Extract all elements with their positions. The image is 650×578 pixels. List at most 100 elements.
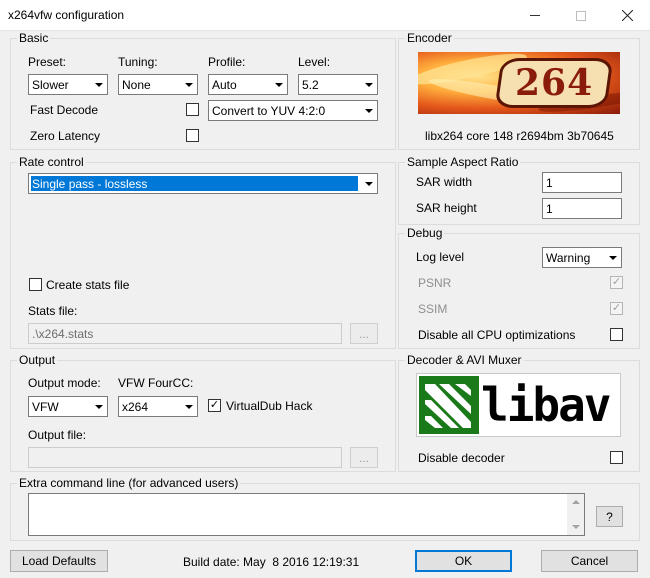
title-bar: x264vfw configuration xyxy=(0,0,650,31)
debug-group: Debug Log level Warning PSNR ✓ SSIM ✓ Di… xyxy=(398,226,640,349)
level-combo[interactable]: 5.2 xyxy=(298,74,378,95)
log-level-label: Log level xyxy=(416,250,465,264)
create-stats-label: Create stats file xyxy=(46,278,130,292)
profile-label: Profile: xyxy=(208,55,246,69)
ssim-label: SSIM xyxy=(418,302,448,316)
preset-label: Preset: xyxy=(28,55,67,69)
chevron-down-icon xyxy=(270,75,287,94)
disable-cpu-checkbox[interactable] xyxy=(610,328,623,341)
sar-group: Sample Aspect Ratio SAR width 1 SAR heig… xyxy=(398,155,640,225)
disable-decoder-checkbox[interactable] xyxy=(610,451,623,464)
sar-height-label: SAR height xyxy=(416,201,477,215)
ssim-checkbox[interactable]: ✓ xyxy=(610,302,623,315)
decoder-legend: Decoder & AVI Muxer xyxy=(405,353,524,367)
tuning-label: Tuning: xyxy=(118,55,158,69)
chevron-down-icon xyxy=(604,248,621,267)
extra-cmd-group: Extra command line (for advanced users) … xyxy=(10,476,640,541)
ok-button[interactable]: OK xyxy=(415,550,512,572)
fourcc-value: x264 xyxy=(122,400,149,414)
maximize-button[interactable] xyxy=(558,0,604,31)
create-stats-checkbox[interactable] xyxy=(29,278,42,291)
sar-height-value: 1 xyxy=(546,202,553,216)
output-legend: Output xyxy=(17,353,58,367)
help-button[interactable]: ? xyxy=(596,506,623,527)
maximize-icon xyxy=(576,10,586,21)
output-mode-value: VFW xyxy=(32,400,59,414)
disable-decoder-label: Disable decoder xyxy=(418,451,505,465)
chevron-down-icon xyxy=(360,101,377,120)
sar-height-input[interactable]: 1 xyxy=(542,198,622,219)
vdub-hack-checkbox[interactable]: ✓ xyxy=(208,399,221,412)
colorspace-combo[interactable]: Convert to YUV 4:2:0 xyxy=(208,100,378,121)
check-icon: ✓ xyxy=(611,302,622,314)
scroll-down-icon[interactable] xyxy=(572,525,580,529)
chevron-down-icon xyxy=(180,75,197,94)
sar-legend: Sample Aspect Ratio xyxy=(405,155,521,169)
level-label: Level: xyxy=(298,55,331,69)
sar-width-input[interactable]: 1 xyxy=(542,172,622,193)
preset-combo[interactable]: Slower xyxy=(28,74,108,95)
log-level-combo[interactable]: Warning xyxy=(542,247,622,268)
sar-width-label: SAR width xyxy=(416,175,473,189)
disable-cpu-label: Disable all CPU optimizations xyxy=(418,328,576,342)
rate-mode-combo[interactable]: Single pass - lossless xyxy=(28,173,378,194)
tuning-combo[interactable]: None xyxy=(118,74,198,95)
libav-logo-text: libav xyxy=(481,378,611,432)
basic-group: Basic Preset: Tuning: Profile: Level: Sl… xyxy=(10,31,396,150)
x264-logo-text: 264 xyxy=(514,62,594,104)
encoder-group: Encoder 264 libx264 core 148 r2694bm 3b7… xyxy=(398,31,640,150)
output-file-input[interactable] xyxy=(28,447,342,468)
stats-file-browse-button[interactable]: ... xyxy=(350,323,378,344)
stats-file-input[interactable]: .\x264.stats xyxy=(28,323,342,344)
encoder-version: libx264 core 148 r2694bm 3b70645 xyxy=(425,129,614,143)
help-button-label: ? xyxy=(606,509,613,524)
zero-latency-label: Zero Latency xyxy=(30,129,101,143)
scroll-up-icon[interactable] xyxy=(572,500,580,504)
tuning-value: None xyxy=(122,78,151,92)
profile-value: Auto xyxy=(212,78,237,92)
zero-latency-checkbox[interactable] xyxy=(186,129,199,142)
rate-mode-value: Single pass - lossless xyxy=(32,177,148,191)
output-mode-combo[interactable]: VFW xyxy=(28,396,108,417)
encoder-legend: Encoder xyxy=(405,31,454,45)
rate-control-group: Rate control Single pass - lossless Crea… xyxy=(10,155,396,349)
extra-cmd-input[interactable] xyxy=(28,493,585,536)
stats-file-label: Stats file: xyxy=(28,304,78,318)
profile-combo[interactable]: Auto xyxy=(208,74,288,95)
chevron-down-icon xyxy=(90,397,107,416)
fourcc-combo[interactable]: x264 xyxy=(118,396,198,417)
extra-cmd-scrollbar[interactable] xyxy=(567,494,584,535)
fourcc-label: VFW FourCC: xyxy=(118,376,194,390)
extra-cmd-legend: Extra command line (for advanced users) xyxy=(17,476,241,490)
close-button[interactable] xyxy=(604,0,650,31)
fast-decode-checkbox[interactable] xyxy=(186,103,199,116)
basic-legend: Basic xyxy=(17,31,51,45)
minimize-button[interactable] xyxy=(512,0,558,31)
cancel-button[interactable]: Cancel xyxy=(541,550,638,572)
output-browse-label: ... xyxy=(358,450,369,465)
preset-value: Slower xyxy=(32,78,69,92)
libav-logo-mark xyxy=(419,376,479,434)
output-group: Output Output mode: VFW FourCC: VFW x264… xyxy=(10,353,396,472)
vdub-hack-label: VirtualDub Hack xyxy=(226,399,313,413)
fast-decode-label: Fast Decode xyxy=(30,103,99,117)
output-mode-label: Output mode: xyxy=(28,376,101,390)
check-icon: ✓ xyxy=(611,276,622,288)
decoder-group: Decoder & AVI Muxer libav Disable decode… xyxy=(398,353,640,472)
load-defaults-button[interactable]: Load Defaults xyxy=(10,550,108,572)
debug-legend: Debug xyxy=(405,226,445,240)
psnr-checkbox[interactable]: ✓ xyxy=(610,276,623,289)
cancel-label: Cancel xyxy=(570,554,609,568)
ok-label: OK xyxy=(454,554,473,568)
psnr-label: PSNR xyxy=(418,276,452,290)
load-defaults-label: Load Defaults xyxy=(21,554,97,568)
rate-control-legend: Rate control xyxy=(17,155,86,169)
chevron-down-icon xyxy=(360,174,377,193)
x264-logo: 264 xyxy=(418,52,620,114)
minimize-icon xyxy=(530,15,540,16)
output-file-browse-button[interactable]: ... xyxy=(350,447,378,468)
build-date: Build date: May 8 2016 12:19:31 xyxy=(183,555,360,569)
log-level-value: Warning xyxy=(546,251,591,265)
libav-logo: libav xyxy=(416,373,621,437)
chevron-down-icon xyxy=(90,75,107,94)
